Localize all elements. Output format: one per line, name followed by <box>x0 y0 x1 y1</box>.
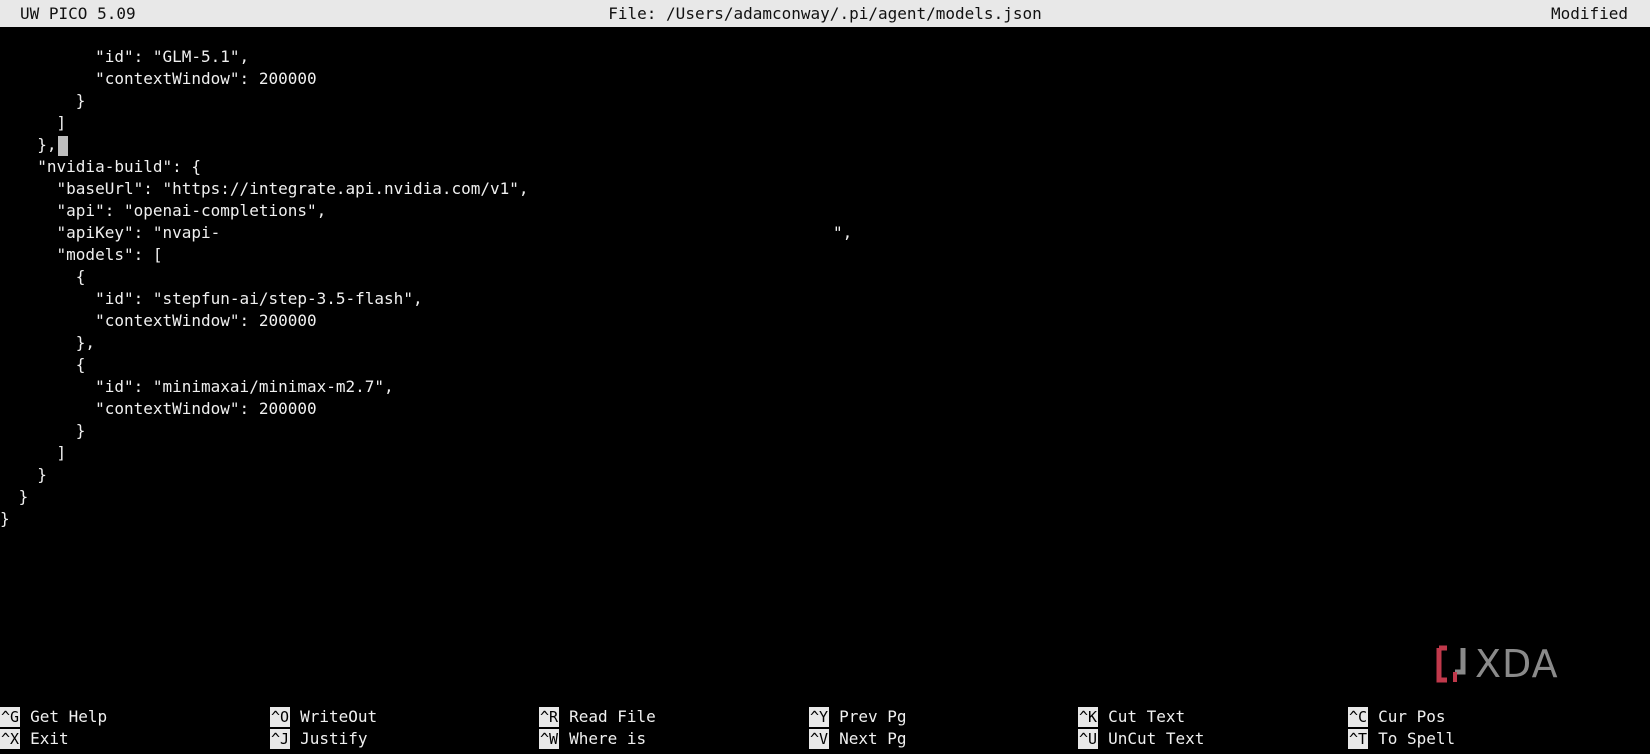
code-line: ] <box>18 113 67 132</box>
code-line: "id": "minimaxai/minimax-m2.7", <box>18 377 394 396</box>
code-line-with-cursor: }, <box>18 134 68 156</box>
code-line: "id": "GLM-5.1", <box>18 47 250 66</box>
shortcut-key: ^K <box>1078 707 1099 727</box>
shortcut-label: Exit <box>30 729 69 748</box>
xda-watermark: XDA <box>1435 642 1590 686</box>
code-line: } <box>18 421 86 440</box>
shortcut-key: ^W <box>539 729 560 749</box>
shortcut-next-pg[interactable]: ^V Next Pg <box>809 728 907 750</box>
shortcut-where-is[interactable]: ^W Where is <box>539 728 646 750</box>
shortcut-key: ^C <box>1348 707 1369 727</box>
shortcut-label: Justify <box>300 729 368 748</box>
title-bar: UW PICO 5.09 File: /Users/adamconway/.pi… <box>0 0 1650 27</box>
shortcut-key: ^O <box>270 707 291 727</box>
code-line: "contextWindow": 200000 <box>18 69 317 88</box>
file-path: File: /Users/adamconway/.pi/agent/models… <box>608 4 1042 23</box>
code-line: "nvidia-build": { <box>18 157 202 176</box>
shortcut-label: Prev Pg <box>839 707 907 726</box>
shortcut-cur-pos[interactable]: ^C Cur Pos <box>1348 706 1446 728</box>
shortcut-label: Get Help <box>30 707 108 726</box>
shortcut-exit[interactable]: ^X Exit <box>0 728 69 750</box>
shortcut-key: ^Y <box>809 707 830 727</box>
shortcut-prev-pg[interactable]: ^Y Prev Pg <box>809 706 907 728</box>
code-line: "contextWindow": 200000 <box>18 311 317 330</box>
apikey-tail: ", <box>833 223 853 242</box>
code-line: ] <box>18 443 67 462</box>
code-line: { <box>18 355 86 374</box>
shortcut-label: UnCut Text <box>1108 729 1205 748</box>
shortcut-key: ^U <box>1078 729 1099 749</box>
code-line-apikey: "apiKey": "nvapi- ", <box>18 222 853 244</box>
shortcut-cut-text[interactable]: ^K Cut Text <box>1078 706 1185 728</box>
shortcut-key: ^T <box>1348 729 1369 749</box>
shortcut-writeout[interactable]: ^O WriteOut <box>270 706 377 728</box>
code-line: "models": [ <box>18 245 163 264</box>
shortcut-label: Where is <box>569 729 647 748</box>
code-line-text: }, <box>18 135 57 154</box>
shortcut-uncut-text[interactable]: ^U UnCut Text <box>1078 728 1204 750</box>
shortcut-label: Next Pg <box>839 729 907 748</box>
code-line: "api": "openai-completions", <box>18 201 327 220</box>
shortcut-key: ^J <box>270 729 291 749</box>
shortcut-label: Cut Text <box>1108 707 1186 726</box>
shortcut-label: WriteOut <box>300 707 378 726</box>
shortcut-key: ^R <box>539 707 560 727</box>
editor-area[interactable]: "id": "GLM-5.1", "contextWindow": 200000… <box>0 46 1650 556</box>
watermark-text: XDA <box>1475 642 1559 686</box>
text-cursor <box>57 135 68 156</box>
xda-logo-bracket-icon <box>1436 645 1466 683</box>
shortcut-label: Cur Pos <box>1378 707 1446 726</box>
code-line: } <box>9 487 29 506</box>
shortcut-read-file[interactable]: ^R Read File <box>539 706 656 728</box>
shortcut-label: Read File <box>569 707 656 726</box>
shortcut-key: ^X <box>0 729 21 749</box>
shortcut-label: To Spell <box>1378 729 1456 748</box>
code-line: } <box>0 509 10 528</box>
code-line: "id": "stepfun-ai/step-3.5-flash", <box>18 289 423 308</box>
code-line: } <box>18 465 47 484</box>
shortcut-bar: ^G Get Help ^X Exit ^O WriteOut ^J Justify ^… <box>0 706 1650 754</box>
shortcut-justify[interactable]: ^J Justify <box>270 728 368 750</box>
code-line: { <box>18 267 86 286</box>
shortcut-key: ^G <box>0 707 21 727</box>
modified-status: Modified <box>1550 4 1628 23</box>
code-line: }, <box>18 333 96 352</box>
code-line: "baseUrl": "https://integrate.api.nvidia… <box>18 179 529 198</box>
code-line-text: "apiKey": "nvapi- <box>18 223 221 242</box>
code-line: } <box>18 91 86 110</box>
shortcut-get-help[interactable]: ^G Get Help <box>0 706 107 728</box>
shortcut-key: ^V <box>809 729 830 749</box>
code-line: "contextWindow": 200000 <box>18 399 317 418</box>
shortcut-to-spell[interactable]: ^T To Spell <box>1348 728 1455 750</box>
